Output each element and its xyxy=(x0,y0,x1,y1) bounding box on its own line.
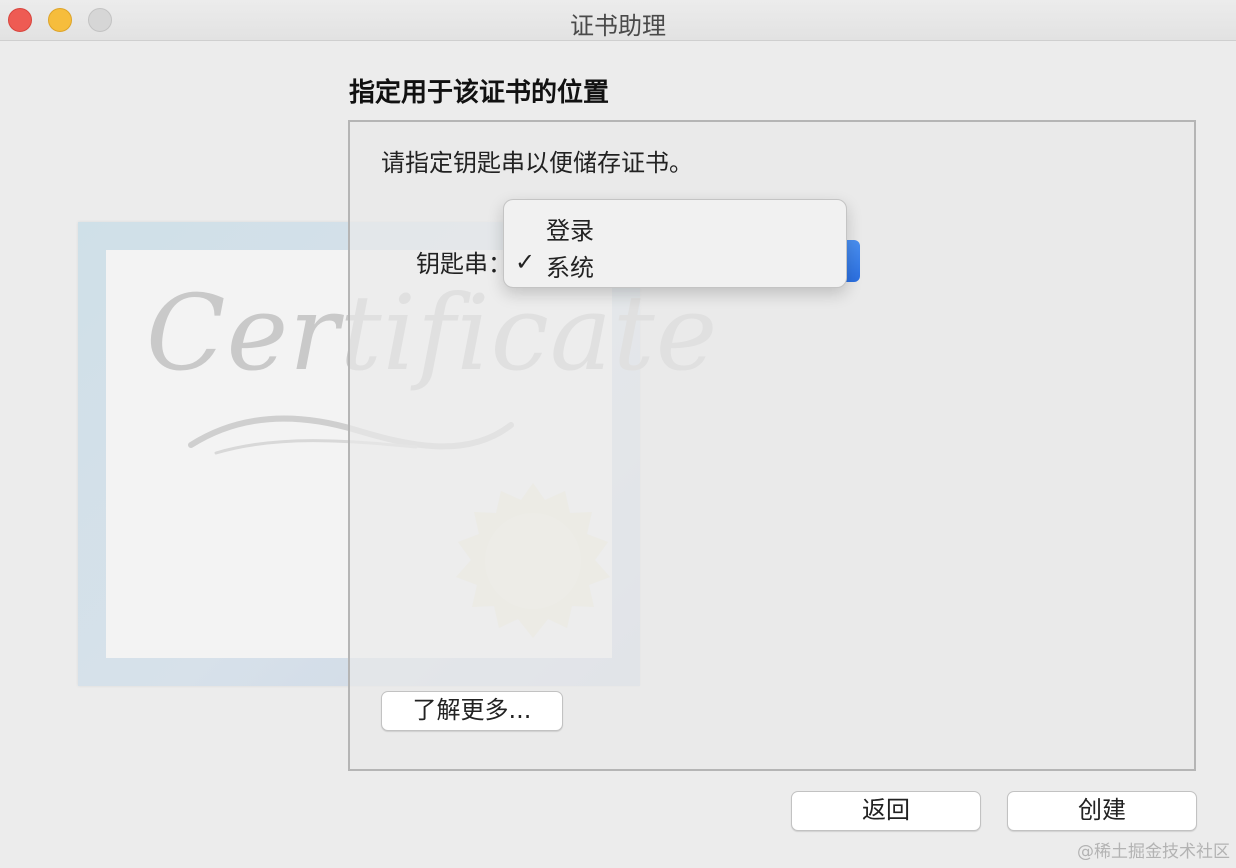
learn-more-button[interactable]: 了解更多... xyxy=(381,691,563,731)
menu-item-label: 登录 xyxy=(546,217,594,245)
checkmark-icon: ✓ xyxy=(515,248,536,276)
instruction-text: 请指定钥匙串以便储存证书。 xyxy=(381,149,693,177)
page-heading: 指定用于该证书的位置 xyxy=(349,78,610,108)
back-button[interactable]: 返回 xyxy=(791,791,981,831)
keychain-label: 钥匙串： xyxy=(416,250,512,278)
title-bar: 证书助理 xyxy=(0,0,1236,41)
menu-item-login[interactable]: 登录 xyxy=(504,205,846,245)
keychain-dropdown-menu: 登录 ✓ 系统 xyxy=(503,199,847,288)
window-title: 证书助理 xyxy=(570,12,666,40)
menu-item-label: 系统 xyxy=(546,254,594,282)
menu-item-system[interactable]: ✓ 系统 xyxy=(504,242,846,282)
watermark: @稀土掘金技术社区 xyxy=(1077,842,1230,862)
create-button[interactable]: 创建 xyxy=(1007,791,1197,831)
